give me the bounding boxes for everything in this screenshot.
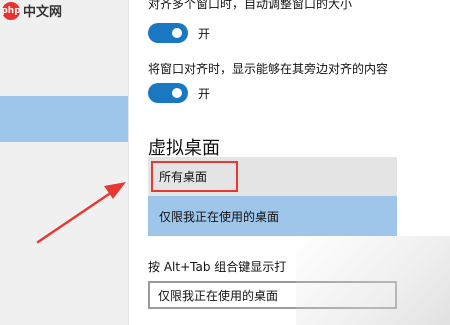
annotation-arrow-icon [36, 182, 126, 244]
